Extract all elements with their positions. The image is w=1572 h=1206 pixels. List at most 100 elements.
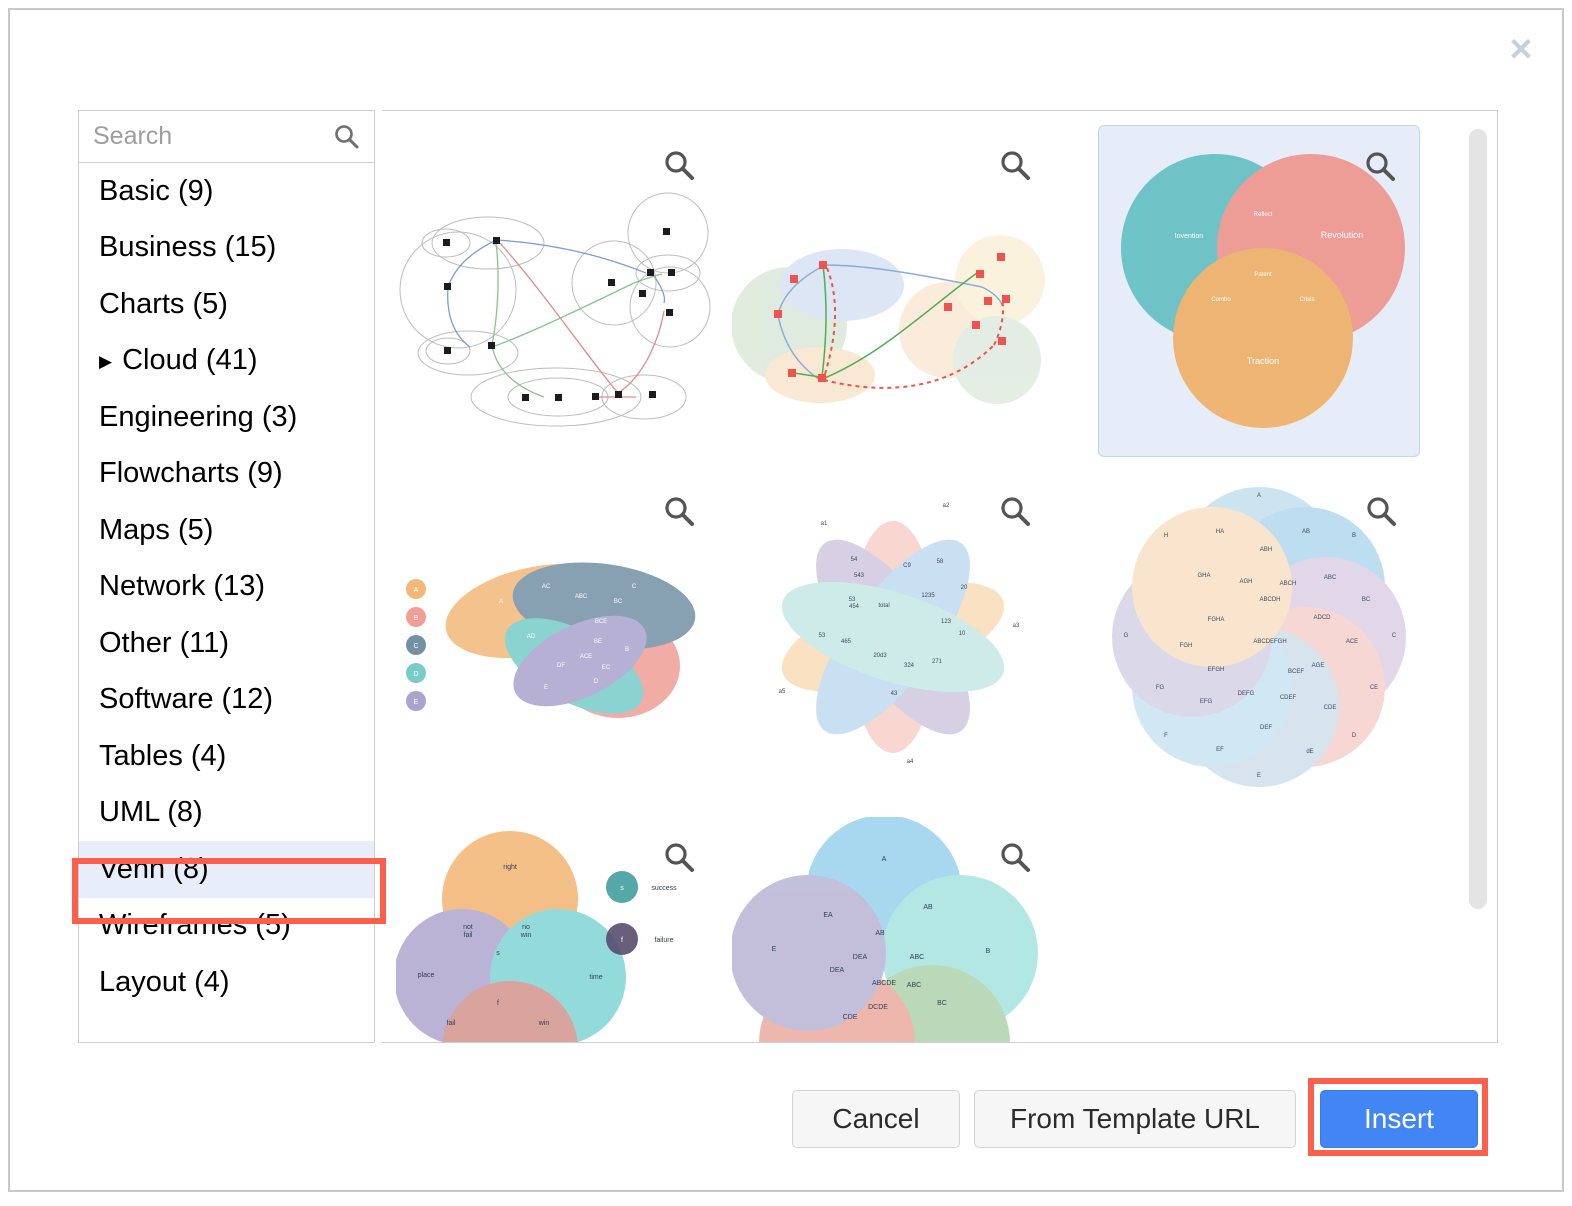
template-thumbnail-euler-graph-colored[interactable] — [732, 125, 1054, 457]
chevron-right-icon[interactable]: ▶ — [99, 353, 112, 370]
sidebar-item-business[interactable]: Business (15) — [79, 220, 374, 277]
template-thumbnail-venn-eight-circle[interactable]: AB CD EF GH HA AB ABH ABC BC GHA AGH ABCH AB… — [1098, 471, 1420, 803]
magnifier-icon[interactable] — [1363, 150, 1397, 184]
search-row — [79, 111, 374, 163]
template-thumbnail-venn-five-circle[interactable]: A B C D E AB EA AB ABC DEA DEA ABCDE ABC… — [732, 817, 1054, 1042]
svg-text:ABC: ABC — [1324, 575, 1337, 581]
svg-text:BE: BE — [594, 639, 602, 645]
svg-text:ABCDH: ABCDH — [1259, 597, 1280, 603]
svg-text:FGH: FGH — [1180, 643, 1193, 649]
svg-text:C: C — [413, 643, 418, 650]
template-thumbnail-venn-five-petal[interactable]: a1 a2 a3 a4 a5 54 C9 58 543 20 1235 123 10 53 4… — [732, 471, 1054, 803]
sidebar-item-label: Software (12) — [99, 683, 274, 716]
svg-text:C9: C9 — [903, 563, 911, 569]
svg-text:E: E — [414, 699, 419, 706]
svg-text:f: f — [621, 937, 623, 944]
svg-text:B: B — [986, 948, 991, 955]
template-thumbnail-venn-three-circle[interactable]: Invention Revolution Traction Reflect Pa… — [1098, 125, 1420, 457]
svg-text:A: A — [882, 856, 887, 863]
magnifier-icon[interactable] — [998, 149, 1032, 183]
svg-text:DEFG: DEFG — [1238, 691, 1255, 697]
svg-text:AC: AC — [542, 584, 551, 590]
svg-text:DEA: DEA — [830, 967, 845, 974]
svg-text:not: not — [463, 924, 473, 931]
sidebar-item-venn[interactable]: Venn (8) — [79, 841, 374, 898]
search-input[interactable] — [79, 112, 309, 161]
magnifier-icon[interactable] — [1364, 495, 1398, 529]
magnifier-icon[interactable] — [662, 149, 696, 183]
svg-text:43: 43 — [891, 691, 898, 697]
svg-text:D: D — [594, 679, 599, 685]
sidebar-item-network[interactable]: Network (13) — [79, 559, 374, 616]
sidebar-item-charts[interactable]: Charts (5) — [79, 276, 374, 333]
sidebar-item-flowcharts[interactable]: Flowcharts (9) — [79, 446, 374, 503]
svg-text:58: 58 — [937, 559, 944, 565]
sidebar-item-tables[interactable]: Tables (4) — [79, 728, 374, 785]
svg-text:1235: 1235 — [921, 593, 935, 599]
svg-text:dE: dE — [1306, 749, 1313, 755]
svg-text:ACE: ACE — [580, 654, 592, 660]
svg-text:AGE: AGE — [1312, 663, 1325, 669]
magnifier-icon[interactable] — [998, 495, 1032, 529]
magnifier-icon[interactable] — [662, 495, 696, 529]
close-icon[interactable]: ✕ — [1504, 32, 1538, 66]
from-template-url-button[interactable]: From Template URL — [974, 1090, 1296, 1148]
svg-text:ABCH: ABCH — [1280, 581, 1297, 587]
svg-text:B: B — [414, 615, 419, 622]
svg-text:E: E — [772, 946, 777, 953]
insert-button[interactable]: Insert — [1320, 1090, 1478, 1148]
svg-text:B: B — [1352, 533, 1356, 539]
template-thumbnail-euler-graph[interactable] — [396, 125, 718, 457]
sidebar-item-label: Charts (5) — [99, 287, 228, 320]
sidebar-item-label: Network (13) — [99, 570, 265, 603]
sidebar-item-label: Other (11) — [99, 626, 230, 659]
template-grid-panel: Invention Revolution Traction Reflect Pa… — [382, 110, 1498, 1043]
svg-text:543: 543 — [854, 573, 865, 579]
svg-text:53: 53 — [819, 633, 826, 639]
svg-text:AGH: AGH — [1239, 579, 1252, 585]
sidebar-item-label: Maps (5) — [99, 513, 214, 546]
svg-text:success: success — [651, 885, 677, 892]
svg-text:s: s — [496, 950, 500, 957]
svg-text:ABH: ABH — [1260, 547, 1272, 553]
svg-text:Reflect: Reflect — [1254, 212, 1273, 218]
svg-text:DEF: DEF — [1260, 725, 1272, 731]
svg-text:E: E — [544, 685, 548, 691]
svg-text:DF: DF — [557, 663, 565, 669]
svg-text:Patent: Patent — [1254, 272, 1272, 278]
svg-text:right: right — [503, 864, 517, 871]
svg-text:EFGH: EFGH — [1208, 667, 1225, 673]
sidebar-item-basic[interactable]: Basic (9) — [79, 163, 374, 220]
sidebar-item-layout[interactable]: Layout (4) — [79, 954, 374, 1011]
template-thumbnail-venn-four-rpt[interactable]: right place time not fail no win s f fail … — [396, 817, 718, 1042]
sidebar-item-software[interactable]: Software (12) — [79, 672, 374, 729]
svg-text:failure: failure — [654, 937, 673, 944]
svg-text:a1: a1 — [821, 521, 828, 527]
scrollbar-track[interactable] — [1467, 115, 1493, 1040]
svg-text:H: H — [1164, 533, 1168, 539]
magnifier-icon[interactable] — [662, 841, 696, 875]
cancel-button[interactable]: Cancel — [792, 1090, 960, 1148]
sidebar-item-other[interactable]: Other (11) — [79, 615, 374, 672]
svg-text:ACE: ACE — [1346, 639, 1358, 645]
svg-text:BC: BC — [1362, 597, 1371, 603]
magnifier-icon[interactable] — [998, 841, 1032, 875]
svg-text:20d3: 20d3 — [873, 653, 887, 659]
sidebar-item-engineering[interactable]: Engineering (3) — [79, 389, 374, 446]
sidebar-item-label: Business (15) — [99, 231, 277, 264]
svg-text:E: E — [1257, 773, 1261, 779]
sidebar-item-maps[interactable]: Maps (5) — [79, 502, 374, 559]
sidebar-item-wireframes[interactable]: Wireframes (5) — [79, 898, 374, 955]
svg-text:EA: EA — [823, 912, 833, 919]
svg-text:CDE: CDE — [1324, 705, 1337, 711]
sidebar-item-cloud[interactable]: ▶ Cloud (41) — [79, 333, 374, 390]
svg-text:AB: AB — [1302, 529, 1310, 535]
svg-text:s: s — [620, 885, 624, 892]
sidebar-item-uml[interactable]: UML (8) — [79, 785, 374, 842]
template-thumbnail-venn-five-ellipse[interactable]: AB CD E A AC ABC C BC BCE BE ACE AD DF E… — [396, 471, 718, 803]
sidebar-item-label: Venn (8) — [99, 852, 209, 885]
scrollbar-thumb[interactable] — [1469, 129, 1487, 909]
svg-text:ABC: ABC — [575, 594, 588, 600]
svg-text:123: 123 — [941, 619, 952, 625]
svg-text:EF: EF — [1216, 747, 1224, 753]
